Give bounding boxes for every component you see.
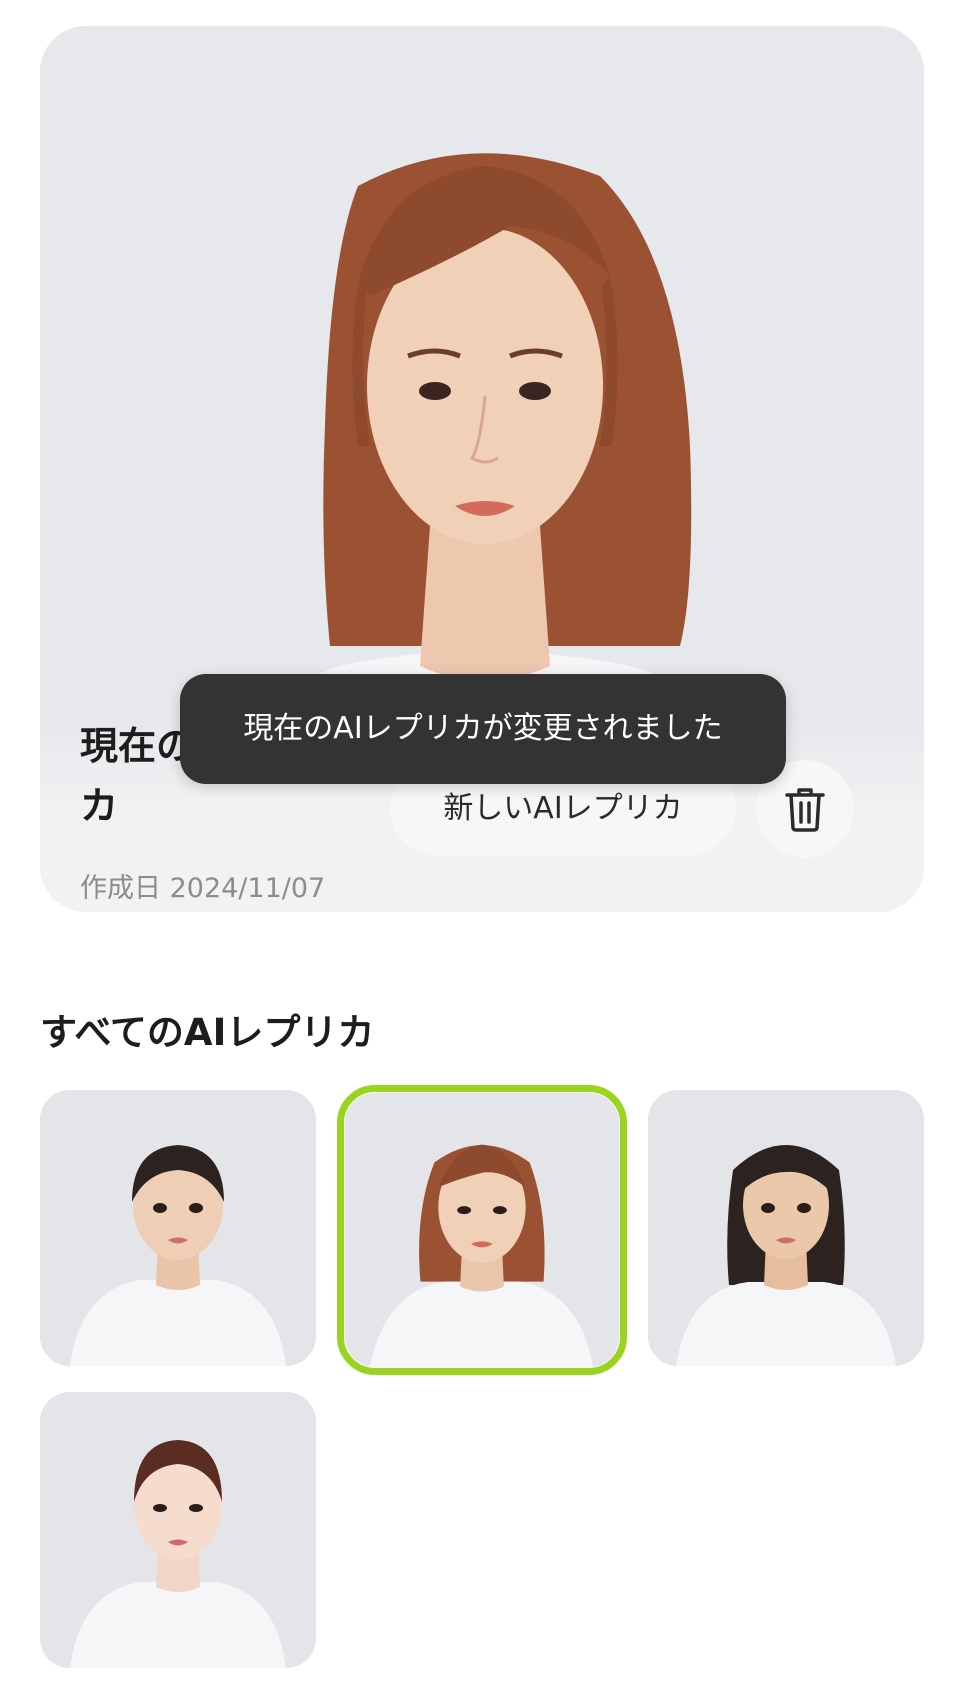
- replica-thumb-3[interactable]: [648, 1090, 924, 1366]
- girl-ponytail-portrait-icon: [40, 1090, 316, 1366]
- trash-icon: [785, 788, 825, 832]
- replica-thumb-2[interactable]: [345, 1093, 619, 1367]
- created-date: 作成日 2024/11/07: [80, 873, 326, 904]
- all-replicas-heading: すべてのAIレプリカ: [40, 1011, 375, 1054]
- woman-auburn-hair-portrait-icon: [345, 1093, 619, 1367]
- replica-thumb-1[interactable]: [40, 1090, 316, 1366]
- woman-tied-hair-portrait-icon: [40, 1392, 316, 1668]
- toast-notification: 現在のAIレプリカが変更されました: [180, 674, 786, 784]
- replica-thumb-4[interactable]: [40, 1392, 316, 1668]
- girl-long-hair-portrait-icon: [648, 1090, 924, 1366]
